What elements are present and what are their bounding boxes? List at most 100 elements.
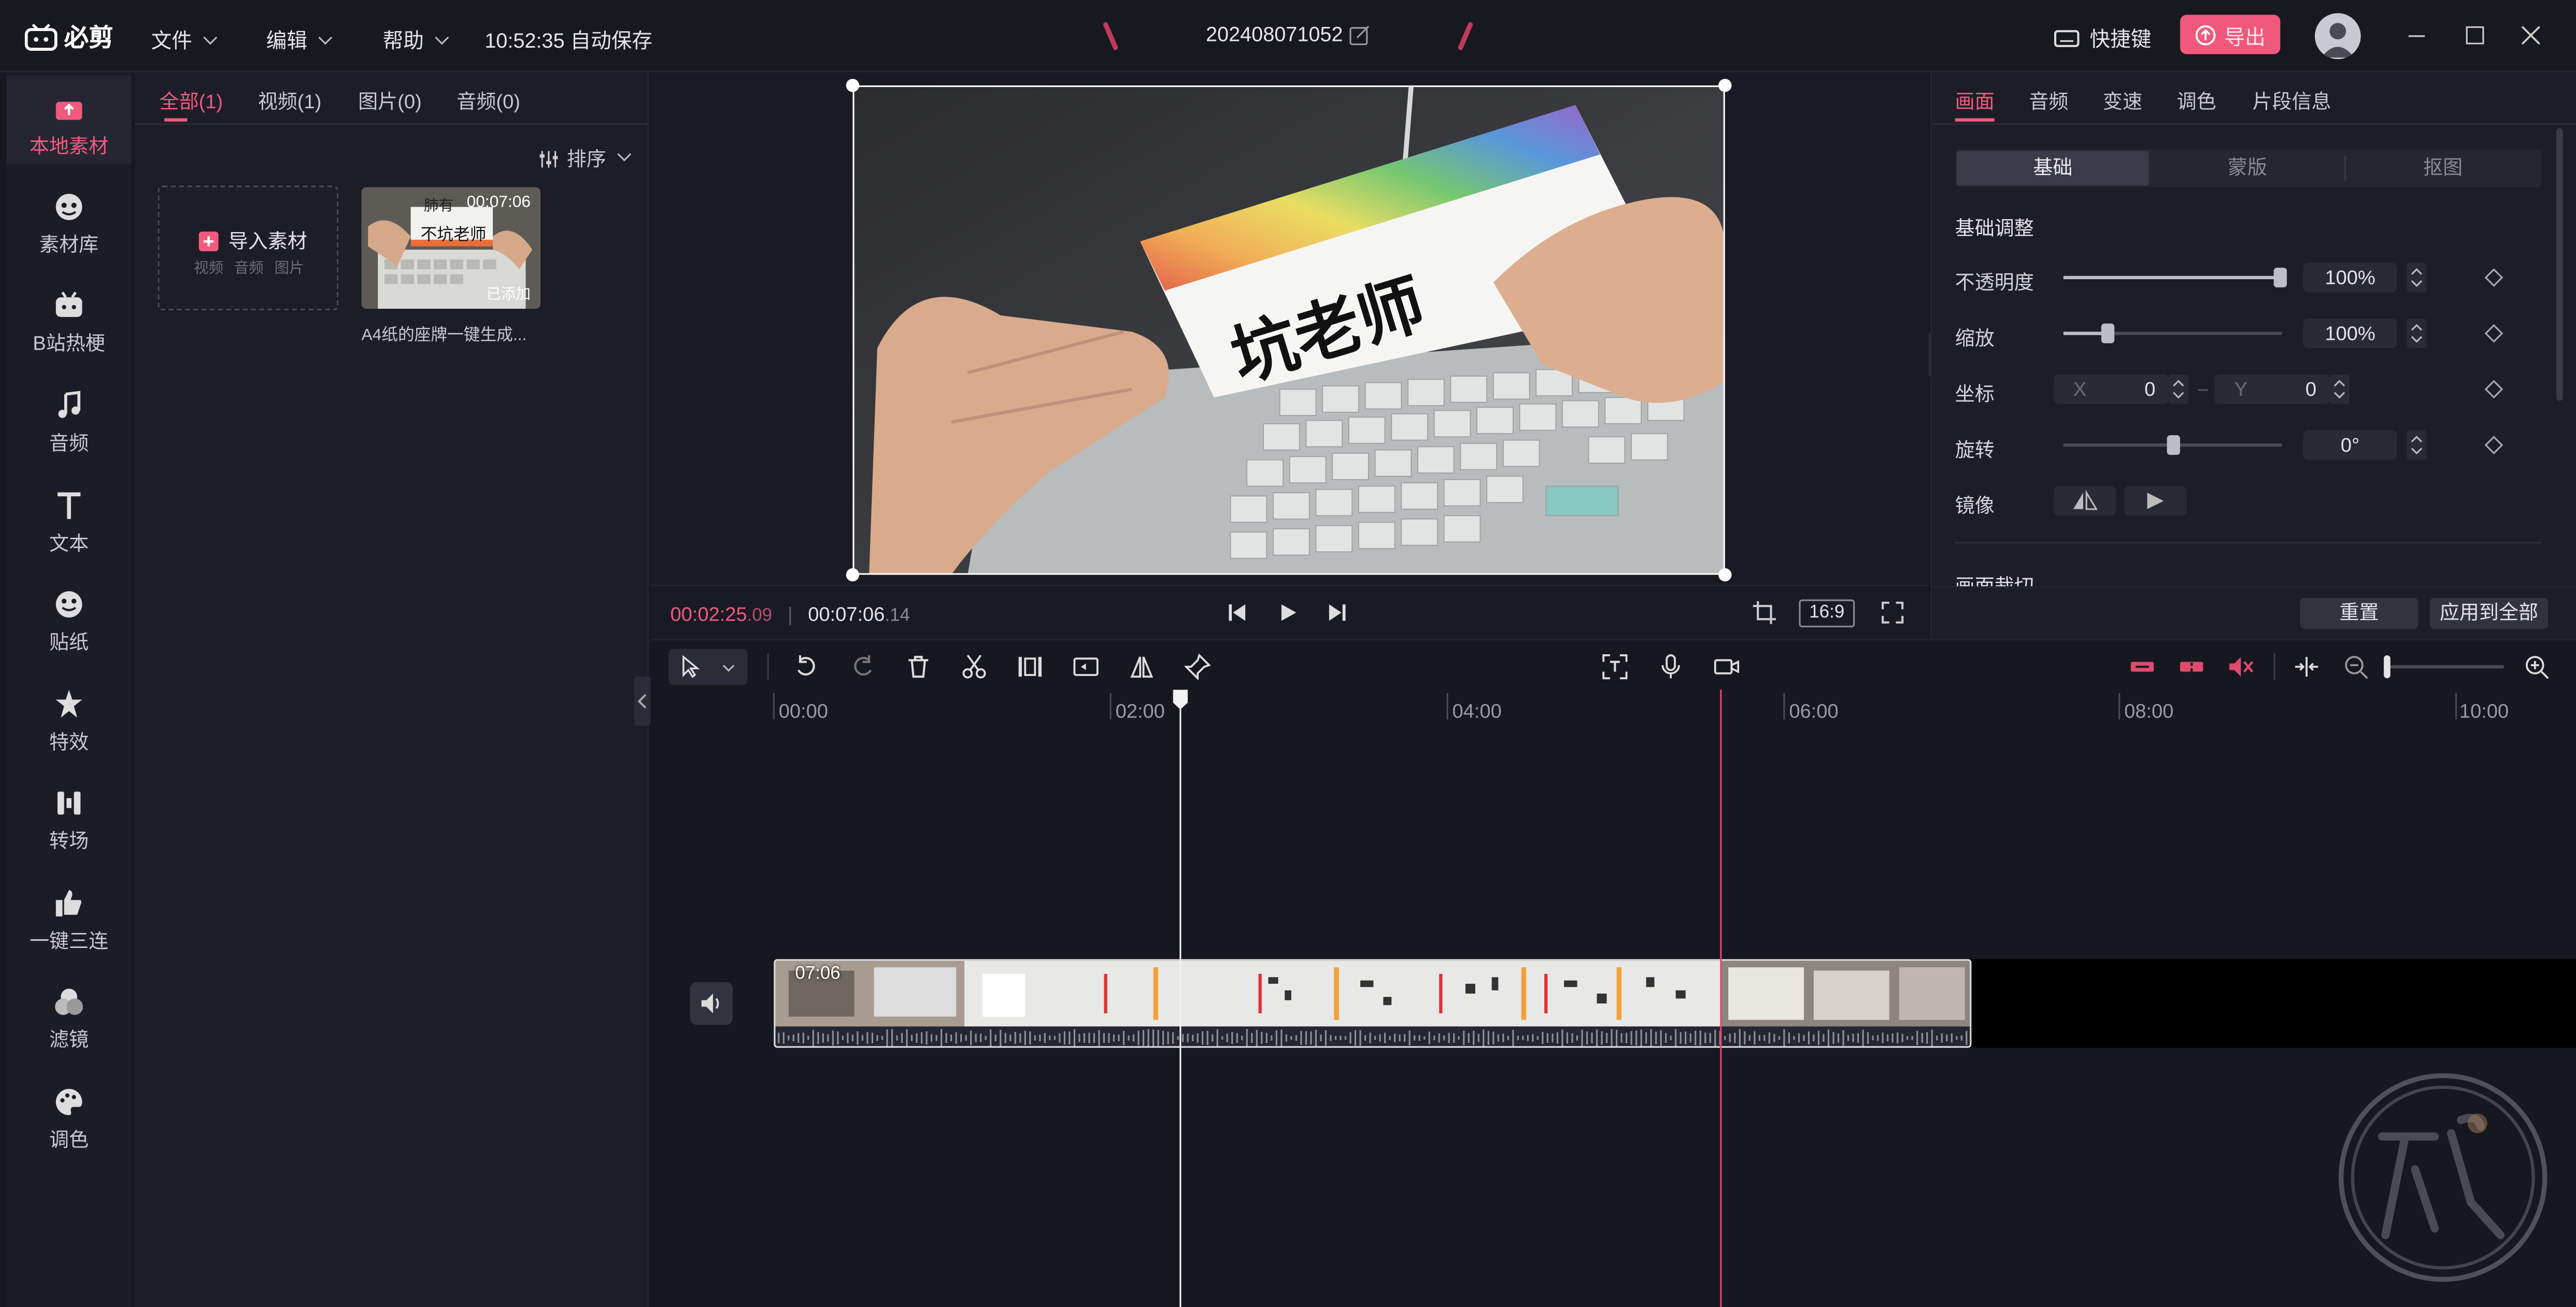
mirror-horizontal-button[interactable]	[2053, 486, 2116, 516]
nav-transition[interactable]: 转场	[7, 770, 132, 863]
apply-to-all-button[interactable]: 应用到全部	[2429, 597, 2549, 629]
maximize-icon[interactable]	[2466, 26, 2484, 45]
zoom-in-icon[interactable]	[2524, 654, 2550, 680]
skip-back-icon[interactable]	[1227, 603, 1247, 623]
fit-timeline-icon[interactable]	[2294, 654, 2320, 680]
menu-file[interactable]: 文件	[151, 23, 218, 54]
link-track-icon[interactable]	[2129, 654, 2156, 680]
crop-section-title: 画面裁切	[1955, 574, 2034, 586]
scale-input[interactable]: 100%	[2303, 319, 2397, 349]
position-y-input[interactable]: Y 0	[2214, 374, 2330, 404]
nav-text[interactable]: 文本	[7, 473, 132, 565]
nav-audio[interactable]: 音频	[7, 373, 132, 465]
position-x-input[interactable]: X 0	[2053, 374, 2169, 404]
nav-sticker[interactable]: 贴纸	[7, 571, 132, 664]
play-icon[interactable]	[1278, 603, 1298, 623]
select-tool-button[interactable]	[668, 649, 748, 685]
redo-icon[interactable]	[849, 654, 876, 680]
opacity-slider-knob[interactable]	[2273, 267, 2287, 288]
scale-stepper-icon[interactable]	[2407, 319, 2427, 349]
keyframe-diamond-icon[interactable]	[2484, 380, 2503, 399]
props-scrollbar[interactable]	[2556, 128, 2563, 401]
auto-caption-icon[interactable]	[1602, 654, 1628, 680]
mirror-tool-icon[interactable]	[1129, 654, 1155, 680]
nav-library[interactable]: 素材库	[7, 174, 132, 266]
tab-speed[interactable]: 变速	[2103, 87, 2142, 115]
tab-audio[interactable]: 音频	[2029, 87, 2068, 115]
close-icon[interactable]	[2522, 26, 2540, 45]
mute-track-icon[interactable]	[2228, 654, 2254, 680]
mirror-vertical-button[interactable]	[2124, 486, 2187, 516]
track-volume-button[interactable]	[690, 982, 733, 1025]
resize-handle[interactable]	[1718, 568, 1732, 582]
crop-icon[interactable]	[1753, 601, 1776, 624]
import-media-button[interactable]: 导入素材 视频 音频 图片	[158, 185, 339, 311]
tab-video[interactable]: 视频(1)	[258, 87, 322, 115]
zoom-slider-knob[interactable]	[2384, 655, 2390, 679]
media-collapse-handle[interactable]	[634, 677, 651, 726]
opacity-stepper-icon[interactable]	[2407, 263, 2427, 293]
magnet-icon[interactable]	[2179, 654, 2205, 680]
time-ruler[interactable]	[650, 690, 2576, 726]
nav-color[interactable]: 调色	[7, 1069, 132, 1161]
reset-button[interactable]: 重置	[2300, 597, 2418, 629]
keyframe-diamond-icon[interactable]	[2484, 268, 2503, 287]
tab-audio[interactable]: 音频(0)	[457, 87, 520, 115]
nav-local-media[interactable]: 本地素材	[6, 75, 132, 165]
subtab-basic[interactable]: 基础	[1956, 151, 2149, 186]
rename-icon[interactable]	[1349, 25, 1370, 46]
tab-all[interactable]: 全部(1)	[160, 87, 223, 115]
undo-icon[interactable]	[793, 654, 820, 680]
menu-edit[interactable]: 编辑	[266, 23, 333, 54]
aspect-ratio-button[interactable]: 16:9	[1799, 599, 1855, 628]
position-x-stepper-icon[interactable]	[2168, 374, 2188, 404]
scale-slider-fill	[2063, 332, 2108, 335]
keyframe-diamond-icon[interactable]	[2484, 324, 2503, 343]
avatar[interactable]	[2314, 13, 2361, 60]
camera-icon[interactable]	[1714, 654, 1740, 680]
resize-handle[interactable]	[846, 568, 860, 582]
media-panel: 全部(1) 视频(1) 图片(0) 音频(0) 排序 导入素材 视频 音频 图片	[134, 72, 649, 1307]
tab-clip-info[interactable]: 片段信息	[2252, 87, 2331, 115]
nav-bilibili-memes[interactable]: B站热梗	[7, 272, 132, 365]
pin-icon[interactable]	[1184, 653, 1211, 680]
position-y-stepper-icon[interactable]	[2329, 374, 2350, 404]
nav-filter[interactable]: 滤镜	[7, 969, 132, 1061]
delete-icon[interactable]	[905, 654, 932, 680]
rotation-stepper-icon[interactable]	[2407, 430, 2427, 460]
video-clip[interactable]: 07:06	[774, 959, 1972, 1048]
rotation-input[interactable]: 0°	[2303, 430, 2397, 460]
resize-handle[interactable]	[846, 79, 860, 92]
subtab-cutout[interactable]: 抠图	[2346, 151, 2540, 186]
keyframe-diamond-icon[interactable]	[2484, 436, 2503, 455]
minimize-icon[interactable]	[2408, 28, 2425, 45]
shortcuts-button[interactable]: 快捷键	[2054, 21, 2152, 52]
scale-slider-knob[interactable]	[2100, 323, 2114, 343]
trim-icon[interactable]	[1017, 654, 1043, 680]
replace-icon[interactable]	[1073, 654, 1099, 680]
zoom-slider[interactable]	[2385, 665, 2504, 669]
tab-image[interactable]: 图片(0)	[358, 87, 422, 115]
microphone-icon[interactable]	[1658, 654, 1684, 680]
section-title: 基础调整	[1955, 217, 2034, 240]
export-button[interactable]: 导出	[2180, 15, 2281, 54]
tab-picture[interactable]: 画面	[1955, 87, 1995, 115]
tab-active-underline	[164, 118, 188, 122]
current-time-frac: .09	[747, 606, 773, 626]
zoom-out-icon[interactable]	[2343, 654, 2369, 680]
resize-handle[interactable]	[1718, 79, 1732, 92]
rotation-slider-knob[interactable]	[2166, 435, 2180, 455]
import-hint: 视频 音频 图片	[194, 259, 304, 276]
video-frame[interactable]: 坑老师	[852, 85, 1725, 575]
split-icon[interactable]	[961, 654, 988, 680]
media-clip-thumbnail[interactable]: 肺有 不坑老师 00:07:06 已添加	[361, 187, 541, 309]
opacity-input[interactable]: 100%	[2303, 263, 2397, 293]
fullscreen-icon[interactable]	[1881, 601, 1904, 624]
nav-triple-like[interactable]: 一键三连	[7, 870, 132, 963]
sort-button[interactable]: 排序	[539, 145, 632, 173]
subtab-mask[interactable]: 蒙版	[2151, 151, 2344, 186]
skip-forward-icon[interactable]	[1328, 603, 1347, 623]
menu-help[interactable]: 帮助	[383, 23, 449, 54]
nav-effects[interactable]: 特效	[7, 672, 132, 764]
tab-color[interactable]: 调色	[2177, 87, 2216, 115]
